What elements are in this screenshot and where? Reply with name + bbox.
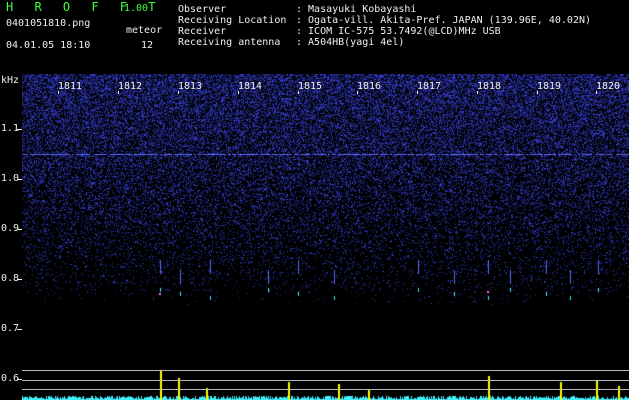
x-tick	[537, 91, 538, 94]
threshold-line-lower	[22, 389, 629, 390]
datetime: 04.01.05 18:10	[6, 40, 91, 51]
threshold-line-upper	[22, 370, 629, 371]
x-tick-label: 1811	[58, 81, 83, 92]
y-tick	[17, 279, 22, 280]
filename: 0401051810.png	[6, 18, 91, 29]
threshold-line-middle	[22, 380, 629, 381]
x-tick	[238, 91, 239, 94]
x-tick	[596, 91, 597, 94]
receiver-value: : ICOM IC-575 53.7492(@LCD)MHz USB	[296, 26, 501, 37]
x-tick-label: 1819	[537, 81, 562, 92]
observer-value: : Masayuki Kobayashi	[296, 4, 417, 15]
x-tick	[357, 91, 358, 94]
x-tick	[118, 91, 119, 94]
meteor-counter-value: 12	[141, 40, 154, 51]
x-tick-label: 1816	[357, 81, 382, 92]
header-panel: H R O F F T 1.00 0401051810.png meteor 0…	[0, 0, 629, 74]
spectrogram-waterfall	[22, 74, 629, 400]
location-value: : Ogata-vill. Akita-Pref. JAPAN (139.96E…	[296, 15, 592, 26]
y-tick	[17, 229, 22, 230]
observer-label: Observer	[178, 4, 227, 15]
x-tick	[58, 91, 59, 94]
x-tick	[178, 91, 179, 94]
antenna-value: : A504HB(yagi 4el)	[296, 37, 405, 48]
y-axis-unit: kHz	[1, 75, 20, 86]
location-label: Receiving Location	[178, 15, 287, 26]
x-tick-label: 1820	[596, 81, 621, 92]
y-tick	[17, 329, 22, 330]
x-tick-label: 1814	[238, 81, 263, 92]
antenna-label: Receiving antenna	[178, 37, 281, 48]
receiver-label: Receiver	[178, 26, 227, 37]
x-tick-label: 1818	[477, 81, 502, 92]
app-version: 1.00	[124, 3, 149, 14]
x-tick	[417, 91, 418, 94]
x-tick-label: 1813	[178, 81, 203, 92]
x-tick	[477, 91, 478, 94]
x-tick-label: 1812	[118, 81, 143, 92]
x-tick-label: 1815	[298, 81, 323, 92]
x-tick	[298, 91, 299, 94]
x-tick-label: 1817	[417, 81, 442, 92]
y-tick	[17, 129, 22, 130]
meteor-counter-label: meteor	[126, 25, 163, 36]
y-tick	[17, 179, 22, 180]
